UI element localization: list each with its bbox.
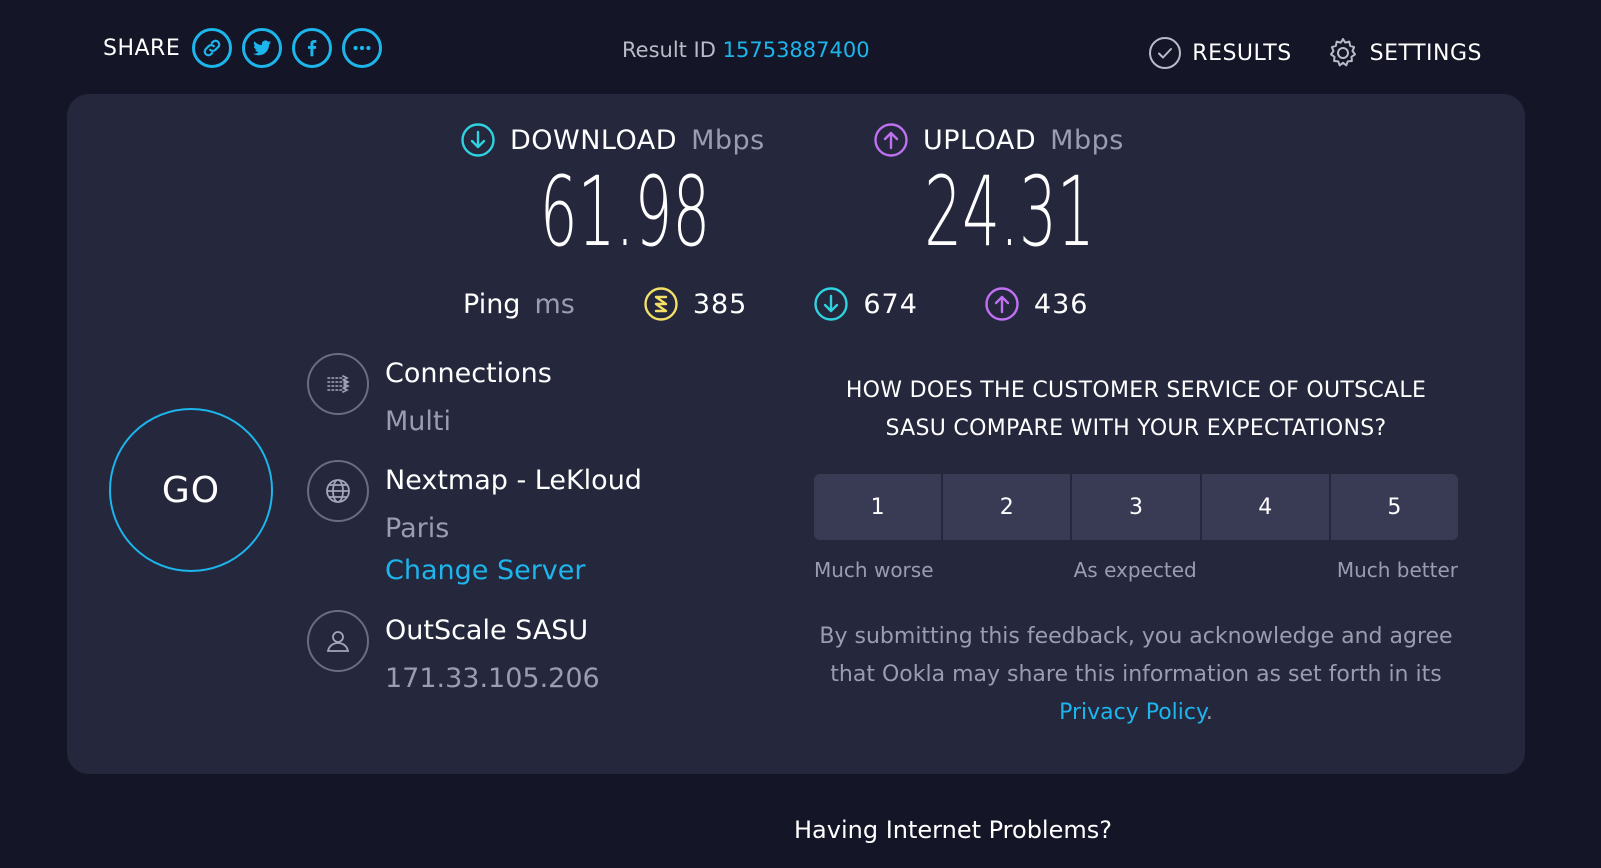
twitter-icon (253, 40, 272, 56)
upload-ping-icon (985, 287, 1019, 321)
rating-button-2[interactable]: 2 (943, 474, 1071, 540)
server-text: Nextmap - LeKloud Paris Change Server (385, 460, 642, 588)
upload-value: 24.31 (924, 156, 1095, 268)
scale-high: Much better (1336, 558, 1458, 582)
facebook-icon (308, 40, 317, 57)
share-more-button[interactable] (342, 28, 383, 68)
upload-unit: Mbps (1050, 124, 1124, 156)
download-label: DOWNLOAD (510, 124, 678, 156)
upload-arrow-icon (874, 123, 908, 157)
internet-problems-heading: Having Internet Problems? (794, 816, 1112, 844)
scale-low: Much worse (814, 558, 934, 582)
server-info: Nextmap - LeKloud Paris Change Server (307, 460, 642, 588)
survey-question: HOW DOES THE CUSTOMER SERVICE OF OUTSCAL… (845, 378, 1427, 441)
share-link-button[interactable] (192, 28, 233, 68)
download-arrow-icon (461, 123, 495, 157)
share-facebook-button[interactable] (292, 28, 333, 68)
server-location: Paris (385, 513, 450, 544)
more-icon (353, 45, 371, 51)
download-unit: Mbps (691, 124, 765, 156)
feedback-survey: HOW DOES THE CUSTOMER SERVICE OF OUTSCAL… (814, 372, 1458, 732)
check-circle-icon (1149, 37, 1182, 69)
connections-icon (327, 375, 350, 393)
connections-text: Connections Multi (385, 353, 552, 439)
upload-label: UPLOAD (923, 124, 1037, 156)
download-header: DOWNLOAD Mbps (460, 122, 790, 158)
disclaimer-period: . (1205, 700, 1213, 725)
ping-row: Ping ms 385 674 436 (463, 286, 1154, 322)
download-value: 61.98 (539, 156, 711, 268)
ping-download-value: 674 (863, 288, 918, 320)
connections-title: Connections (385, 358, 552, 389)
ping-unit: ms (534, 288, 575, 320)
connections-icon-wrap[interactable] (307, 353, 369, 415)
rating-button-4[interactable]: 4 (1201, 474, 1329, 540)
scale-mid: As expected (1073, 558, 1197, 582)
upload-speed: UPLOAD Mbps 24.31 (873, 122, 1143, 262)
server-icon-wrap (307, 460, 369, 522)
download-speed: DOWNLOAD Mbps 61.98 (460, 122, 790, 262)
provider-ip: 171.33.105.206 (385, 663, 600, 694)
rating-button-3[interactable]: 3 (1072, 474, 1200, 540)
change-server-link[interactable]: Change Server (385, 554, 642, 588)
result-id: Result ID 15753887400 (622, 38, 870, 62)
top-nav: RESULTS SETTINGS (1148, 36, 1482, 70)
ping-idle-value: 385 (692, 288, 748, 320)
settings-label: SETTINGS (1369, 40, 1482, 66)
share-group: SHARE (103, 28, 383, 68)
share-label: SHARE (103, 35, 181, 61)
user-icon (326, 631, 350, 652)
provider-name: OutScale SASU (385, 615, 589, 646)
settings-button[interactable]: SETTINGS (1326, 36, 1482, 70)
upload-header: UPLOAD Mbps (873, 122, 1143, 158)
provider-icon-wrap (307, 610, 369, 672)
result-id-label: Result ID (622, 38, 716, 62)
ping-download: 674 (813, 286, 918, 322)
connections-value: Multi (385, 406, 451, 437)
globe-icon (326, 479, 350, 503)
ping-upload: 436 (984, 286, 1089, 322)
top-bar: SHARE Result ID 15753887400 RESULTS SETT… (0, 0, 1601, 92)
ping-idle: 385 (643, 286, 748, 322)
survey-disclaimer: By submitting this feedback, you acknowl… (814, 618, 1458, 732)
download-ping-icon (814, 287, 849, 321)
idle-ping-icon (644, 287, 678, 321)
results-button[interactable]: RESULTS (1148, 36, 1291, 70)
connections-info: Connections Multi (307, 353, 552, 439)
rating-scale: Much worse As expected Much better (814, 558, 1458, 582)
share-twitter-button[interactable] (242, 28, 283, 68)
rating-button-1[interactable]: 1 (814, 474, 942, 540)
result-id-link[interactable]: 15753887400 (723, 38, 870, 62)
rating-button-5[interactable]: 5 (1330, 474, 1458, 540)
server-name: Nextmap - LeKloud (385, 465, 642, 496)
link-icon (203, 39, 221, 57)
provider-info: OutScale SASU 171.33.105.206 (307, 610, 600, 696)
ping-upload-value: 436 (1033, 288, 1089, 320)
results-card: DOWNLOAD Mbps 61.98 UPLOAD Mbps 24.31 Pi… (67, 94, 1525, 774)
go-button[interactable]: GO (109, 408, 273, 572)
speedtest-page: SHARE Result ID 15753887400 RESULTS SETT… (0, 0, 1601, 868)
disclaimer-text: By submitting this feedback, you acknowl… (819, 624, 1453, 687)
rating-buttons: 1 2 3 4 5 (814, 474, 1458, 540)
gear-icon (1329, 38, 1356, 67)
provider-text: OutScale SASU 171.33.105.206 (385, 610, 600, 696)
ping-label: Ping (463, 288, 521, 320)
results-label: RESULTS (1192, 40, 1292, 66)
privacy-policy-link[interactable]: Privacy Policy (1059, 700, 1206, 725)
